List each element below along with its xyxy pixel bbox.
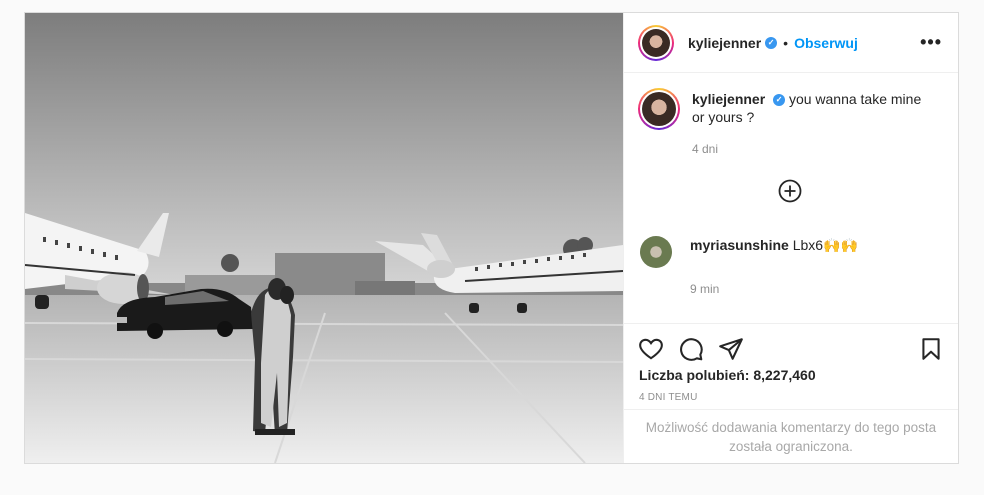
caption-row: kyliejenner ✓ you wanna take mine or you…: [638, 88, 942, 130]
post-image[interactable]: [25, 13, 623, 463]
more-icon[interactable]: •••: [920, 32, 942, 53]
share-icon[interactable]: [718, 336, 744, 362]
bookmark-icon[interactable]: [918, 336, 944, 362]
caption-username[interactable]: kyliejenner: [692, 91, 765, 107]
caption-avatar[interactable]: [638, 88, 680, 130]
author-username[interactable]: kyliejenner: [688, 35, 761, 51]
comment-icon[interactable]: [678, 336, 704, 362]
comment-time[interactable]: 9 min: [690, 282, 930, 296]
action-bar: [624, 323, 958, 373]
comment-item: myriasunshine Lbx6🙌🙌 9 min: [638, 236, 930, 296]
post-container: kyliejenner ✓ • Obserwuj ••• kyliejenner…: [24, 12, 959, 464]
verified-icon: ✓: [765, 36, 778, 49]
follow-button[interactable]: Obserwuj: [794, 35, 858, 51]
commenter-avatar[interactable]: [640, 236, 672, 268]
separator-dot: •: [783, 34, 789, 51]
comments-section: kyliejenner ✓ you wanna take mine or you…: [624, 74, 958, 314]
comment-text: Lbx6🙌🙌: [792, 237, 858, 253]
commenter-username[interactable]: myriasunshine: [690, 237, 789, 253]
posted-time[interactable]: 4 DNI TEMU: [639, 392, 698, 403]
plus-circle-icon[interactable]: [778, 179, 802, 203]
heart-icon[interactable]: [638, 336, 664, 362]
author-avatar[interactable]: [638, 24, 674, 61]
comments-restricted-notice: Możliwość dodawania komentarzy do tego p…: [624, 409, 958, 463]
post-sidebar: kyliejenner ✓ • Obserwuj ••• kyliejenner…: [623, 13, 958, 463]
airport-photo: [25, 13, 623, 463]
likes-count[interactable]: Liczba polubień: 8,227,460: [639, 367, 816, 383]
post-header: kyliejenner ✓ • Obserwuj •••: [624, 13, 958, 73]
verified-icon: ✓: [773, 94, 786, 107]
caption-time[interactable]: 4 dni: [692, 142, 942, 156]
